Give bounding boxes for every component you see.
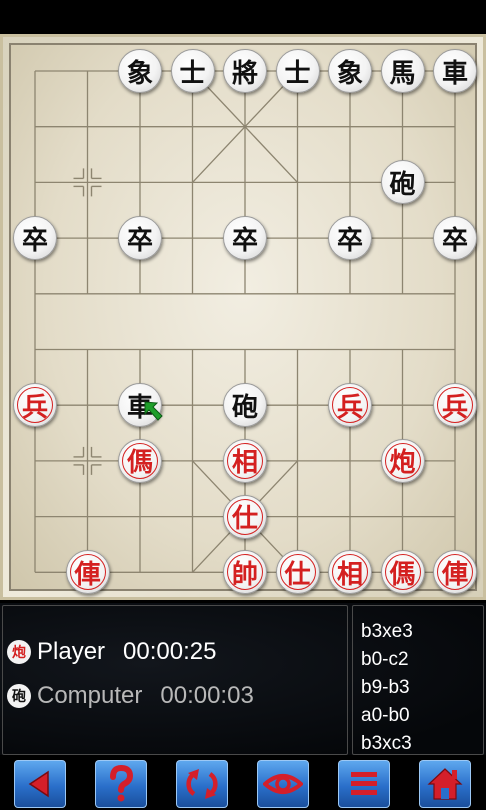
move-entry: a0-b0 xyxy=(361,705,410,726)
player-row-computer: 砲 Computer 00:00:03 xyxy=(7,680,254,712)
black-piece[interactable]: 將 xyxy=(223,49,267,93)
red-piece[interactable]: 俥 xyxy=(433,550,477,595)
red-piece[interactable]: 相 xyxy=(328,550,372,595)
move-entry: b3xc3 xyxy=(361,733,412,754)
move-entry: b3xe3 xyxy=(361,621,413,642)
black-piece[interactable]: 卒 xyxy=(223,216,267,261)
red-piece[interactable]: 兵 xyxy=(433,383,477,428)
status-bar xyxy=(0,0,486,34)
home-button[interactable] xyxy=(419,760,471,808)
player-side-badge: 炮 xyxy=(7,640,31,664)
black-piece[interactable]: 卒 xyxy=(328,216,372,261)
red-piece[interactable]: 相 xyxy=(223,438,267,483)
red-piece[interactable]: 仕 xyxy=(275,550,320,595)
red-piece[interactable]: 帥 xyxy=(223,550,267,595)
black-piece[interactable]: 卒 xyxy=(118,216,162,261)
players-box: 炮 Player 00:00:25 砲 Computer 00:00:03 xyxy=(2,605,348,755)
black-piece[interactable]: 士 xyxy=(275,49,320,93)
red-piece[interactable]: 傌 xyxy=(380,550,425,595)
flip-board-button[interactable] xyxy=(176,760,228,808)
menu-button[interactable] xyxy=(338,760,390,808)
player-clock: 00:00:25 xyxy=(123,638,217,665)
black-piece[interactable]: 象 xyxy=(118,49,162,93)
move-entry: b9-b3 xyxy=(361,677,410,698)
red-piece[interactable]: 兵 xyxy=(328,383,372,428)
red-piece[interactable]: 仕 xyxy=(223,494,267,539)
left-triangle-icon xyxy=(28,770,49,798)
xiangqi-board[interactable]: 象士將士象馬車砲卒卒卒卒卒車砲兵兵兵傌相炮仕俥帥仕相傌俥 xyxy=(0,34,486,600)
move-entry: b0-c2 xyxy=(361,649,409,670)
black-piece[interactable]: 象 xyxy=(328,49,372,93)
move-history[interactable]: b3xe3 b0-c2 b9-b3 a0-b0 b3xc3 xyxy=(352,605,484,755)
computer-side-badge: 砲 xyxy=(7,684,31,708)
red-piece[interactable]: 兵 xyxy=(13,383,57,428)
black-piece[interactable]: 車 xyxy=(433,49,477,93)
black-piece[interactable]: 砲 xyxy=(223,383,267,428)
black-piece[interactable]: 馬 xyxy=(380,49,425,93)
menu-bars-icon xyxy=(351,772,377,795)
black-piece[interactable]: 卒 xyxy=(433,216,477,261)
black-piece[interactable]: 士 xyxy=(170,49,215,93)
back-button[interactable] xyxy=(14,760,66,808)
computer-name: Computer xyxy=(37,682,143,709)
player-name: Player xyxy=(37,638,106,665)
green-arrow-icon xyxy=(142,399,168,425)
house-icon xyxy=(427,768,463,800)
red-piece[interactable]: 傌 xyxy=(118,438,162,483)
view-button[interactable] xyxy=(257,760,309,808)
black-piece[interactable]: 卒 xyxy=(13,216,57,261)
player-row-player: 炮 Player 00:00:25 xyxy=(7,636,216,668)
red-piece[interactable]: 俥 xyxy=(65,550,110,595)
eye-icon xyxy=(263,774,303,794)
toolbar xyxy=(0,755,486,810)
rotate-arrows-icon xyxy=(186,769,218,799)
computer-clock: 00:00:03 xyxy=(160,682,254,709)
black-piece[interactable]: 砲 xyxy=(380,160,425,205)
hint-button[interactable] xyxy=(95,760,147,808)
red-piece[interactable]: 炮 xyxy=(380,438,425,483)
question-mark-icon xyxy=(110,765,134,802)
info-panel: 炮 Player 00:00:25 砲 Computer 00:00:03 b3… xyxy=(0,603,486,755)
